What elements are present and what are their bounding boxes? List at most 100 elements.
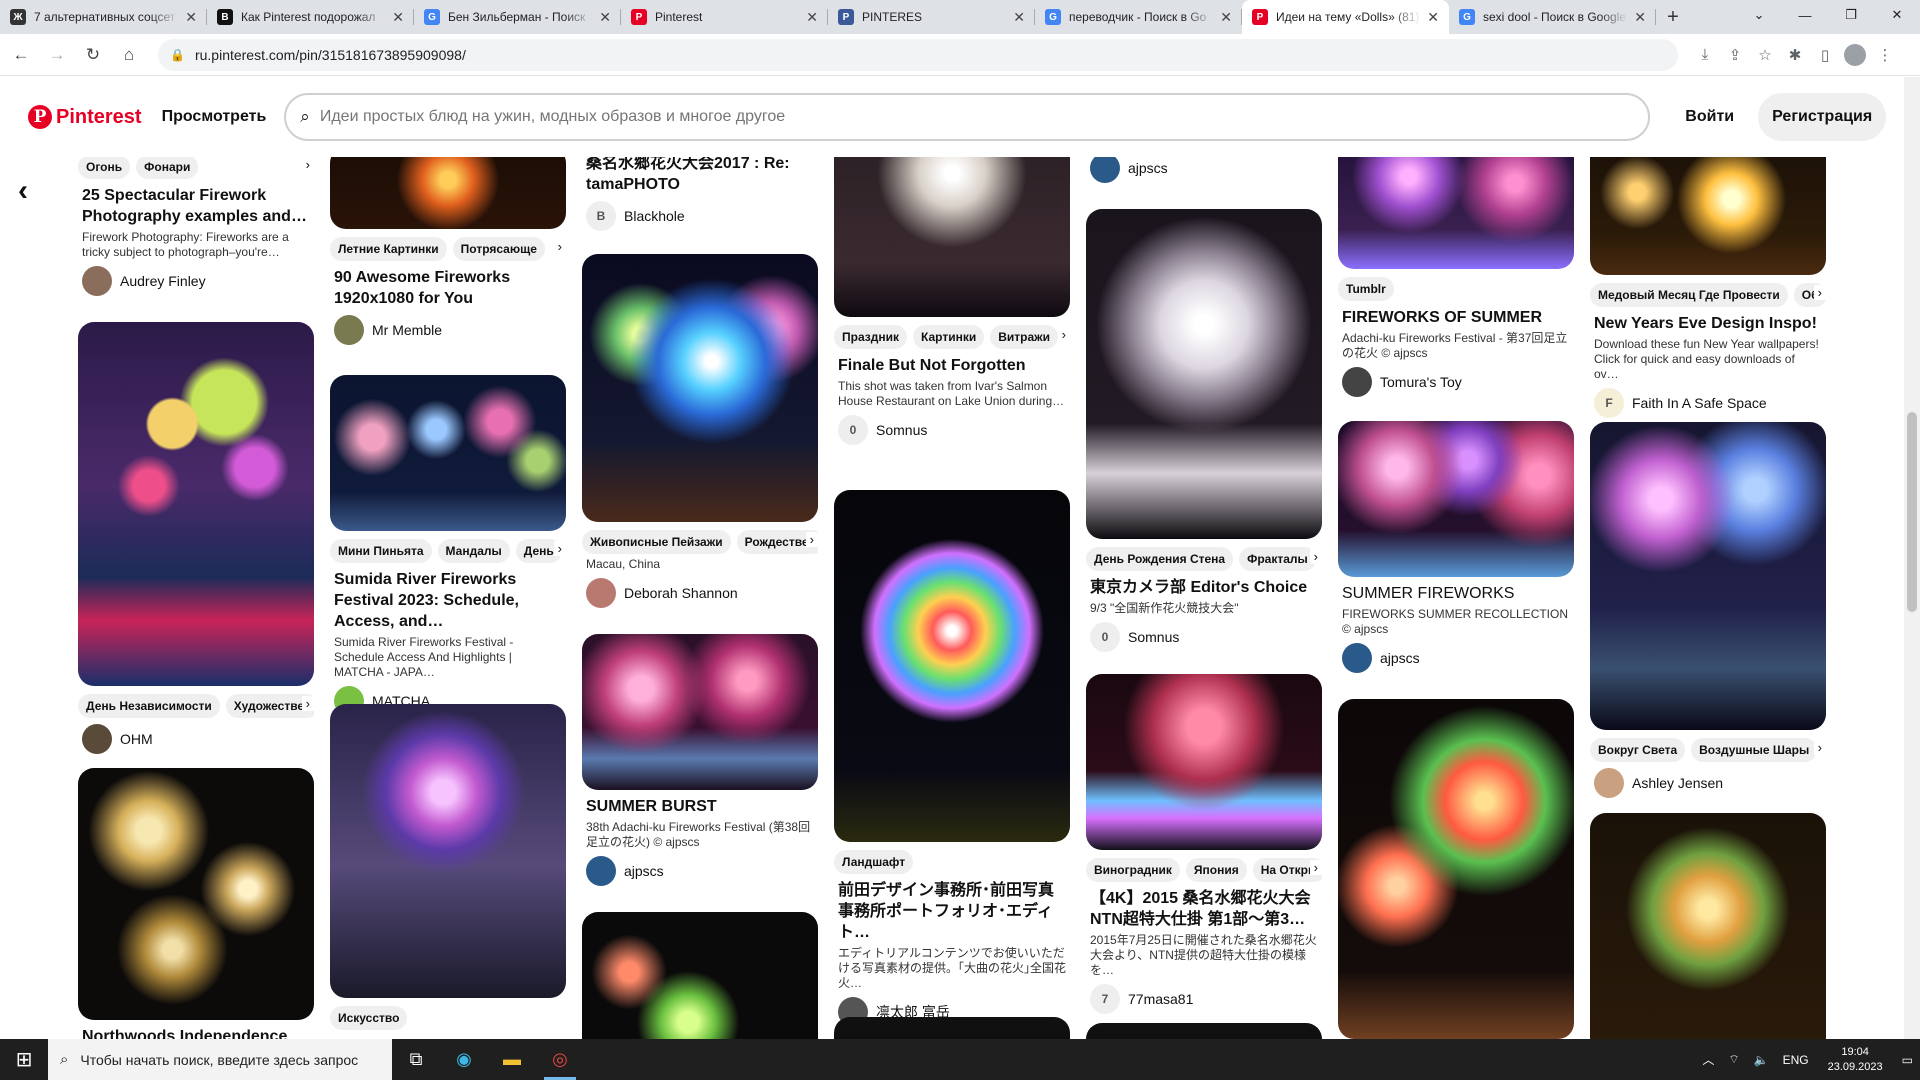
pin-card[interactable] [1590,813,1826,1039]
pin-title[interactable]: 東京カメラ部 Editor's Choice [1086,577,1322,598]
menu-icon[interactable]: ⋮ [1870,40,1900,70]
pin-tag[interactable]: Летние Картинки [330,237,447,261]
pin-author[interactable]: Audrey Finley [78,266,314,296]
pin-title[interactable]: SUMMER FIREWORKS [1338,583,1574,604]
pin-image[interactable] [330,375,566,531]
pin-card[interactable] [834,1017,1070,1039]
pin-author[interactable]: ajpscs [1086,157,1322,183]
pin-author[interactable]: 7 77masa81 [1086,984,1322,1014]
chevron-right-icon[interactable]: › [301,696,314,711]
close-tab-icon[interactable]: ✕ [1013,9,1025,26]
pin-tag[interactable]: Ландшафт [834,850,914,874]
forward-button[interactable]: → [42,40,72,70]
tray-overflow-icon[interactable]: ︿ [1695,1051,1721,1068]
pin-image[interactable] [834,157,1070,317]
pin-image[interactable] [330,704,566,998]
search-input[interactable]: ⌕ Идеи простых блюд на ужин, модных обра… [284,93,1651,141]
pin-image[interactable] [1590,422,1826,730]
pin-card[interactable]: Летние Картинки Потрясающе › 90 Awesome Fir… [330,157,566,345]
bookmark-star-icon[interactable]: ☆ [1750,40,1780,70]
browser-tab[interactable]: P PINTERES ✕ [828,0,1035,34]
file-explorer-icon[interactable]: ▬ [488,1039,536,1080]
pin-image[interactable] [1086,209,1322,539]
pin-tag[interactable]: Искусство [330,1006,408,1030]
pin-image[interactable] [1338,157,1574,269]
close-tab-icon[interactable]: ✕ [1220,9,1232,26]
pin-tag[interactable]: Виноградник [1086,858,1180,882]
pin-tag[interactable]: Tumblr [1338,277,1394,301]
extensions-icon[interactable]: ✱ [1780,40,1810,70]
close-window-button[interactable]: ✕ [1874,0,1920,30]
pin-image[interactable] [834,1017,1070,1039]
pin-author[interactable]: Ashley Jensen [1590,768,1826,798]
pin-title[interactable]: SUMMER BURST [582,796,818,817]
chevron-right-icon[interactable]: › [1813,740,1826,755]
pin-title[interactable]: Finale But Not Forgotten [834,355,1070,376]
close-tab-icon[interactable]: ✕ [1634,9,1646,26]
edge-icon[interactable]: ◉ [440,1039,488,1080]
pin-tag[interactable]: Огонь [78,157,131,179]
install-icon[interactable]: ⤓ [1690,40,1720,70]
pin-card[interactable]: Виноградник Япония На Откры › 【4K】2015 桑名水郷花… [1086,674,1322,1014]
pin-tag[interactable]: Потрясающе [452,237,545,261]
pin-card[interactable]: Медовый Месяц Где Провести Об › New Years E… [1590,157,1826,418]
pin-title[interactable]: 前田デザイン事務所･前田写真事務所ポートフォリオ･エディト… [834,880,1070,943]
close-tab-icon[interactable]: ✕ [806,9,818,26]
pin-image[interactable] [1338,421,1574,577]
tab-search-icon[interactable]: ⌄ [1736,0,1782,30]
pin-tag[interactable]: Праздник [834,325,907,349]
home-button[interactable]: ⌂ [114,40,144,70]
scrollbar-thumb[interactable] [1907,412,1917,612]
pin-image[interactable] [1590,813,1826,1039]
chevron-right-icon[interactable]: › [301,157,314,172]
notifications-icon[interactable]: ▭ [1895,1053,1920,1067]
pin-tag[interactable]: День Рождения Стена [1086,547,1234,571]
profile-icon[interactable] [1840,40,1870,70]
pin-tag[interactable]: Живописные Пейзажи [582,530,731,554]
pin-image[interactable] [582,912,818,1039]
pin-tag[interactable]: Витражи [990,325,1059,349]
pin-image[interactable] [330,157,566,229]
pin-image[interactable] [1590,157,1826,275]
pin-card[interactable]: Живописные Пейзажи Рождествен › Macau, Chin… [582,254,818,608]
pin-title[interactable]: Sumida River Fireworks Festival 2023: Sc… [330,569,566,632]
browser-tab[interactable]: Gпереводчик - Поиск в Go ✕ [1035,0,1242,34]
chevron-right-icon[interactable]: › [1813,285,1826,300]
pin-card[interactable]: День Независимости Художествен › OHM [78,322,314,754]
login-button[interactable]: Войти [1675,96,1744,138]
pin-title[interactable]: 90 Awesome Fireworks 1920x1080 for You [330,267,566,309]
back-arrow-icon[interactable]: ‹ [18,174,28,208]
pin-author[interactable]: OHM [78,724,314,754]
chevron-right-icon[interactable]: › [805,532,818,547]
close-tab-icon[interactable]: ✕ [599,9,611,26]
pin-author[interactable]: ajpscs [582,856,818,886]
pin-tag[interactable]: Япония [1185,858,1247,882]
address-bar[interactable]: 🔒 ru.pinterest.com/pin/31518167389590909… [158,38,1678,71]
pin-card[interactable]: Ландшафт 前田デザイン事務所･前田写真事務所ポートフォリオ･エディト… エデ… [834,490,1070,1027]
pin-image[interactable] [582,634,818,790]
pin-author[interactable]: 0 Somnus [834,415,1070,445]
close-tab-icon[interactable]: ✕ [392,9,404,26]
pin-author[interactable]: Deborah Shannon [582,578,818,608]
volume-icon[interactable]: 🔈 [1747,1053,1776,1067]
windows-start-icon[interactable]: ⊞ [0,1039,48,1080]
chevron-right-icon[interactable]: › [553,239,566,254]
pin-image[interactable] [78,768,314,1020]
pin-card[interactable] [1338,699,1574,1039]
chevron-right-icon[interactable]: › [1309,860,1322,875]
share-icon[interactable]: ⇪ [1720,40,1750,70]
explore-link[interactable]: Просмотреть [162,108,267,126]
signup-button[interactable]: Регистрация [1758,93,1887,141]
pin-image[interactable] [834,490,1070,842]
pin-title[interactable]: 25 Spectacular Firework Photography exam… [78,185,314,227]
pin-tag[interactable]: День Независимости [78,694,220,718]
pin-card[interactable]: Праздник Картинки Витражи › Finale But Not F… [834,157,1070,445]
pin-title[interactable]: New Years Eve Design Inspo! [1590,313,1826,334]
pin-image[interactable] [1086,1023,1322,1039]
pin-card[interactable]: Огонь Фонари › 25 Spectacular Firework Phot… [78,157,314,296]
pin-card[interactable]: Искусство [330,704,566,1030]
pin-card[interactable] [582,912,818,1039]
chevron-right-icon[interactable]: › [1057,327,1070,342]
pin-author[interactable]: Tomura's Toy [1338,367,1574,397]
close-tab-icon[interactable]: ✕ [1427,9,1439,26]
